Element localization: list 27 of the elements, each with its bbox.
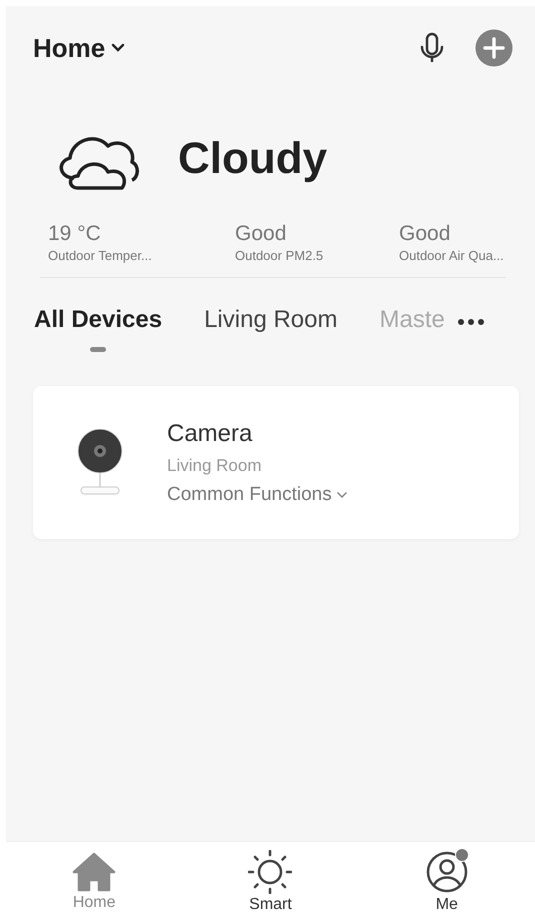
notification-dot	[454, 848, 469, 862]
device-name: Camera	[167, 420, 254, 448]
device-room: Living Room	[167, 456, 262, 476]
chevron-down-icon	[336, 490, 348, 498]
home-selector[interactable]: Home	[33, 32, 126, 64]
more-icon[interactable]	[456, 318, 485, 326]
stat-label: Outdoor Air Qua...	[399, 248, 504, 263]
user-icon	[424, 850, 469, 894]
stat-value: 19 °C	[48, 222, 102, 246]
room-tab[interactable]: Living Room	[204, 306, 338, 352]
smart-nav-item[interactable]: Smart	[210, 850, 330, 914]
me-nav-item[interactable]: Me	[386, 850, 507, 914]
weather-condition: Cloudy	[178, 134, 328, 184]
stat-label: Outdoor PM2.5	[235, 248, 324, 263]
common-functions-button[interactable]: Common Functions	[167, 484, 348, 506]
stat-label: Outdoor Temper...	[48, 248, 153, 263]
stat-value: Good	[399, 222, 452, 246]
device-card[interactable]: Camera Living Room Common Functions	[33, 386, 519, 539]
microphone-icon[interactable]	[419, 32, 445, 64]
sun-icon	[248, 850, 292, 894]
home-nav-item[interactable]: Home	[34, 852, 154, 912]
add-icon[interactable]	[475, 29, 513, 67]
chevron-down-icon	[111, 43, 126, 53]
room-tab[interactable]: All Devices	[34, 306, 162, 352]
stat-value: Good	[235, 222, 288, 246]
home-icon	[72, 852, 116, 892]
camera-icon	[75, 428, 125, 496]
